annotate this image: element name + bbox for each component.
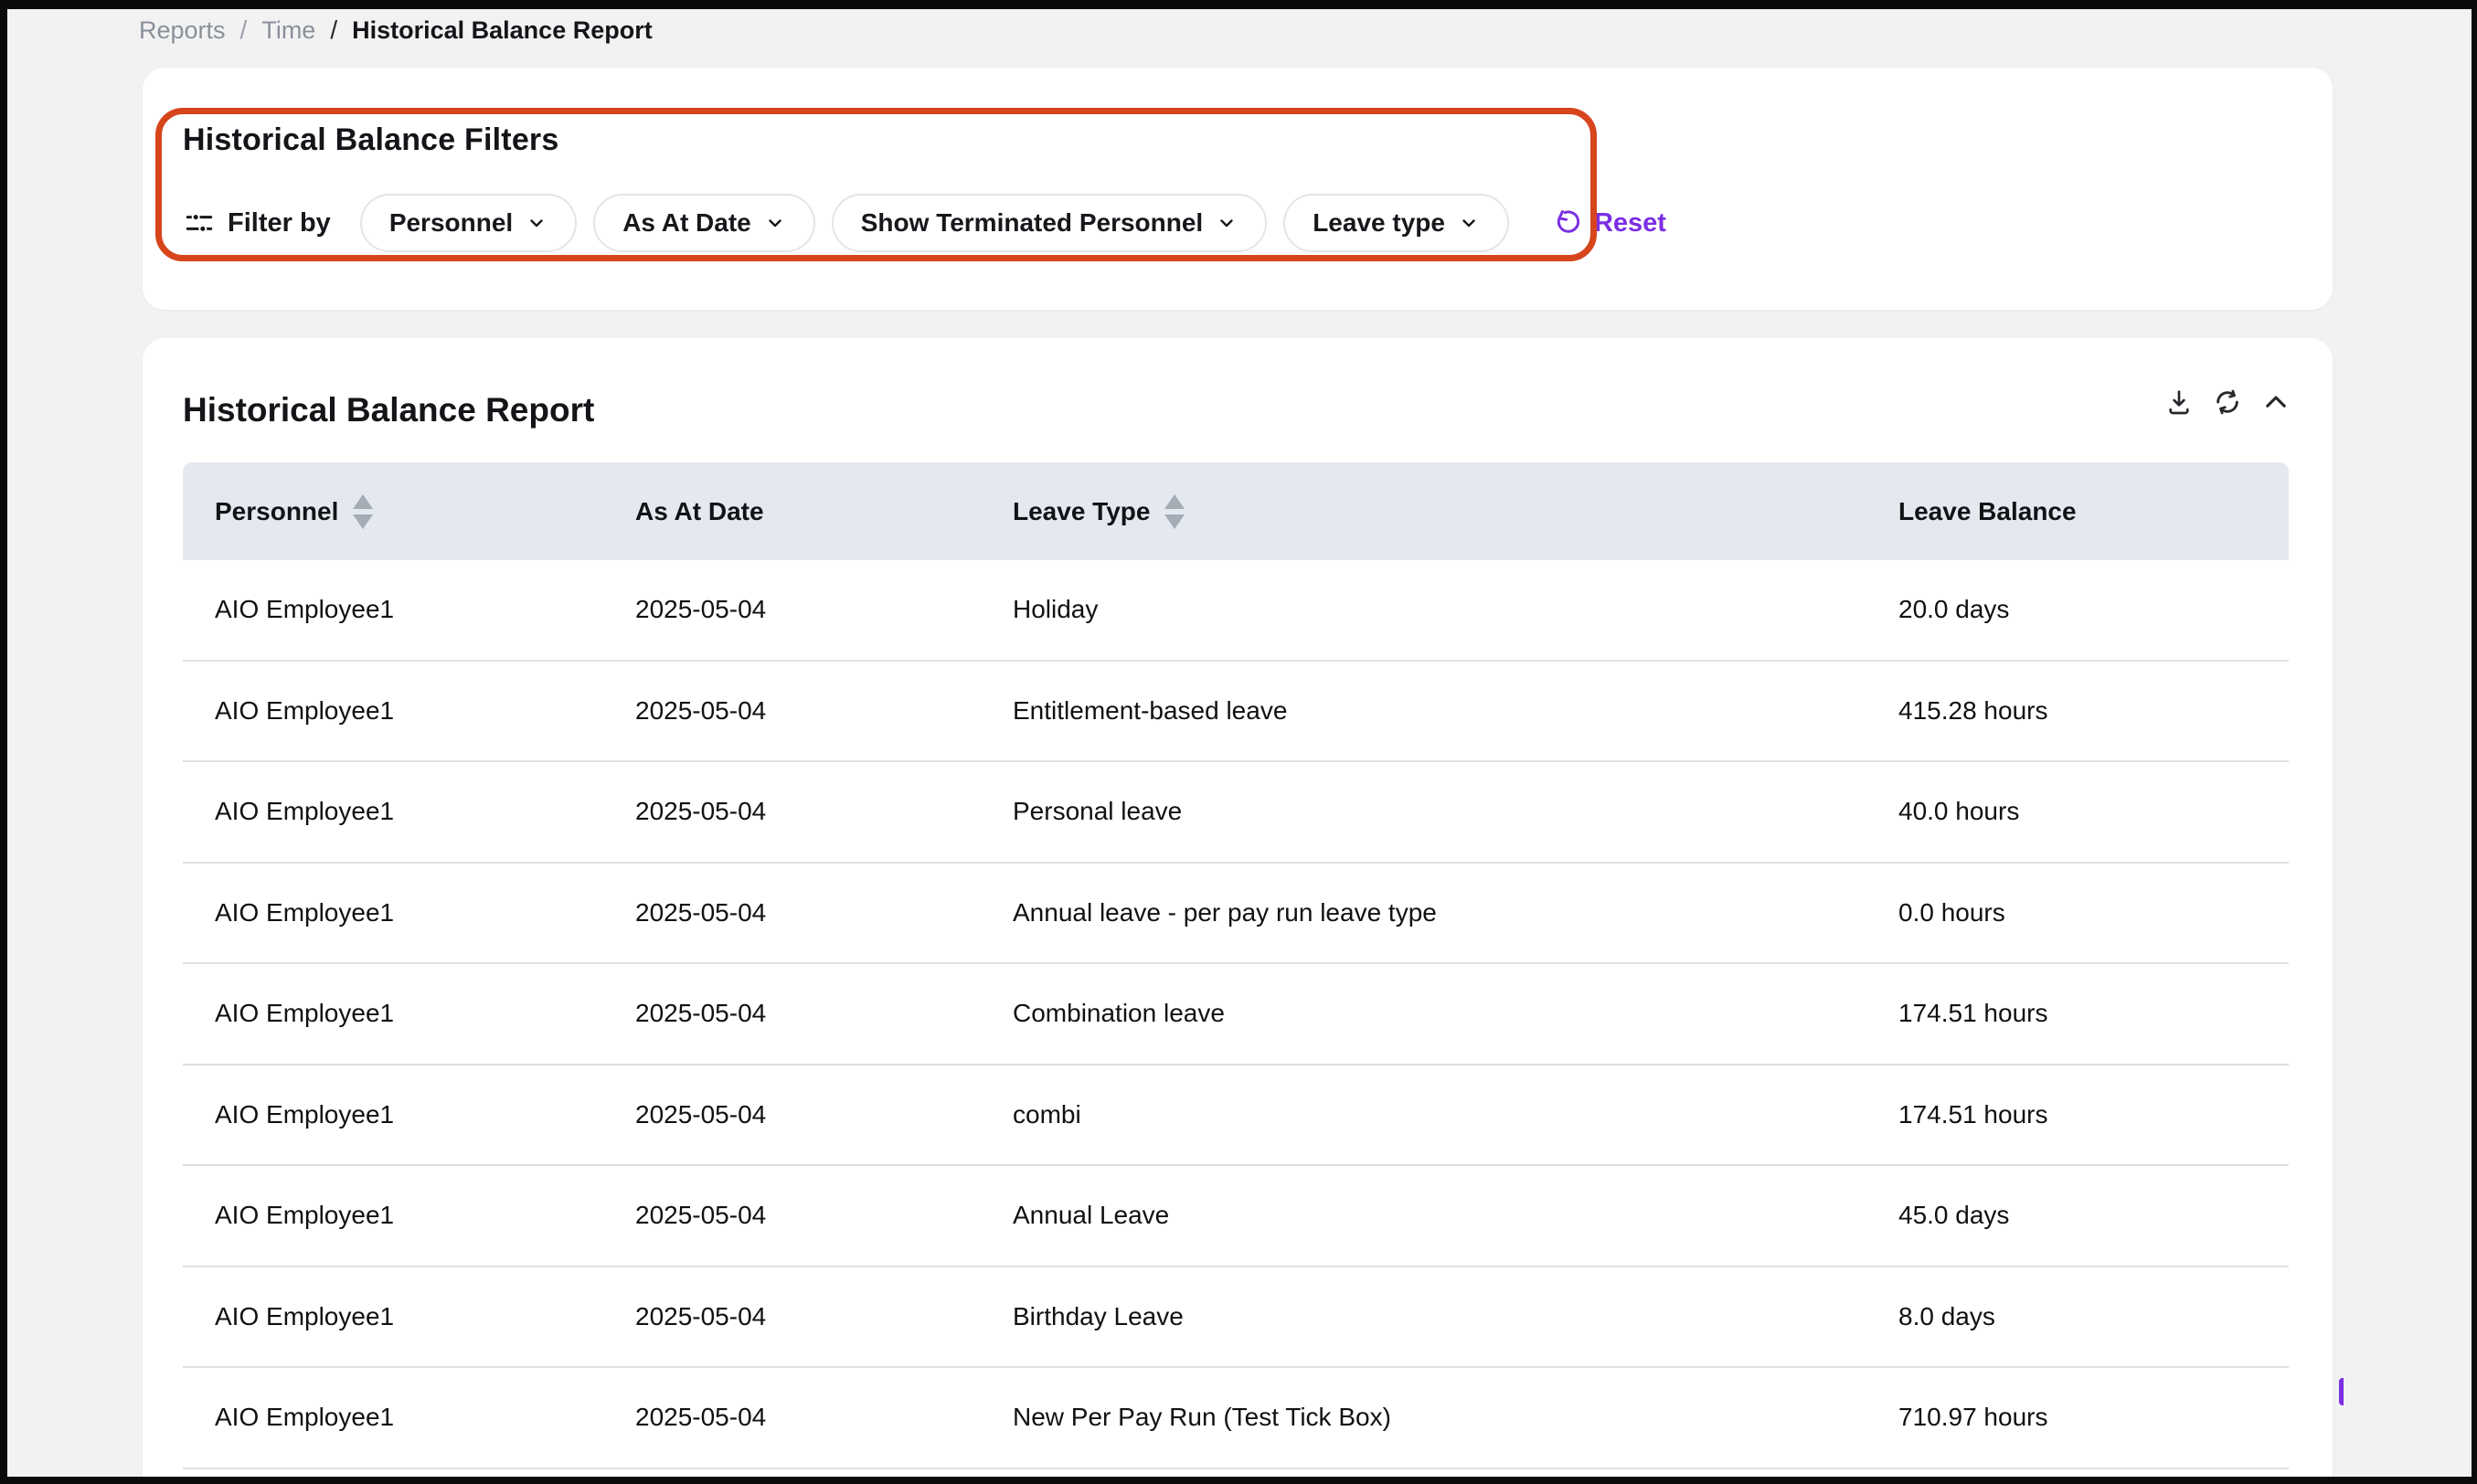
cell-leave-balance: 174.51 hours bbox=[1898, 999, 2289, 1028]
table-row[interactable]: AIO Employee1 2025-05-04 combi 174.51 ho… bbox=[183, 1065, 2289, 1167]
filter-by: Filter by bbox=[183, 207, 331, 238]
rotate-ccw-icon bbox=[1553, 208, 1582, 238]
cell-personnel: AIO Employee1 bbox=[215, 1403, 635, 1432]
cell-leave-type: Holiday bbox=[1013, 595, 1898, 624]
table-row[interactable]: AIO Employee1 2025-05-04 Annual leave - … bbox=[183, 864, 2289, 965]
cell-leave-balance: 45.0 days bbox=[1898, 1201, 2289, 1230]
filter-button-personnel[interactable]: Personnel bbox=[360, 194, 577, 252]
cell-as-at-date: 2025-05-04 bbox=[635, 1403, 1013, 1432]
cell-as-at-date: 2025-05-04 bbox=[635, 595, 1013, 624]
breadcrumb-separator: / bbox=[240, 16, 248, 45]
cell-leave-type: Personal leave bbox=[1013, 797, 1898, 826]
sort-arrows-icon[interactable] bbox=[1164, 494, 1185, 529]
page: Reports / Time / Historical Balance Repo… bbox=[7, 9, 2472, 1477]
filter-card-title: Historical Balance Filters bbox=[183, 122, 558, 158]
cell-leave-type: Entitlement-based leave bbox=[1013, 696, 1898, 726]
reset-button[interactable]: Reset bbox=[1553, 208, 1666, 238]
cell-personnel: AIO Employee1 bbox=[215, 595, 635, 624]
cell-personnel: AIO Employee1 bbox=[215, 1201, 635, 1230]
cell-as-at-date: 2025-05-04 bbox=[635, 999, 1013, 1028]
cell-personnel: AIO Employee1 bbox=[215, 1100, 635, 1129]
table-header-row: Personnel As At Date Leave Type Leave Ba… bbox=[183, 462, 2289, 560]
filter-button-leave-type[interactable]: Leave type bbox=[1283, 194, 1509, 252]
table-row[interactable]: AIO Employee1 2025-05-04 Combination lea… bbox=[183, 964, 2289, 1065]
download-icon[interactable] bbox=[2163, 386, 2195, 419]
column-header-personnel[interactable]: Personnel bbox=[215, 494, 635, 529]
table-row[interactable]: AIO Employee1 2025-05-04 Personal leave … bbox=[183, 762, 2289, 864]
breadcrumb-time[interactable]: Time bbox=[261, 16, 315, 45]
report-card: Historical Balance Report bbox=[143, 338, 2333, 1477]
cell-leave-type: Annual Leave bbox=[1013, 1201, 1898, 1230]
cell-leave-type: combi bbox=[1013, 1100, 1898, 1129]
chevron-down-icon bbox=[526, 212, 547, 234]
floating-widget-edge[interactable] bbox=[2339, 1378, 2344, 1405]
cell-leave-balance: 20.0 days bbox=[1898, 595, 2289, 624]
reset-label: Reset bbox=[1594, 208, 1666, 238]
cell-leave-balance: 8.0 days bbox=[1898, 1302, 2289, 1331]
filter-row: Filter by Personnel As At Date Show Term… bbox=[183, 194, 1666, 252]
cell-leave-balance: 0.0 hours bbox=[1898, 898, 2289, 928]
cell-leave-balance: 415.28 hours bbox=[1898, 696, 2289, 726]
cell-leave-type: New Per Pay Run (Test Tick Box) bbox=[1013, 1403, 1898, 1432]
sort-arrows-icon[interactable] bbox=[353, 494, 373, 529]
cell-as-at-date: 2025-05-04 bbox=[635, 898, 1013, 928]
cell-leave-type: Combination leave bbox=[1013, 999, 1898, 1028]
report-toolbar bbox=[2163, 386, 2292, 419]
sliders-icon bbox=[183, 207, 216, 238]
filter-by-label: Filter by bbox=[228, 208, 331, 238]
cell-leave-balance: 174.51 hours bbox=[1898, 1100, 2289, 1129]
cell-as-at-date: 2025-05-04 bbox=[635, 797, 1013, 826]
cell-leave-balance: 40.0 hours bbox=[1898, 797, 2289, 826]
cell-leave-type: Birthday Leave bbox=[1013, 1302, 1898, 1331]
chevron-down-icon bbox=[1458, 212, 1480, 234]
breadcrumb-current-page: Historical Balance Report bbox=[352, 16, 653, 45]
filter-button-show-terminated-personnel[interactable]: Show Terminated Personnel bbox=[832, 194, 1267, 252]
cell-as-at-date: 2025-05-04 bbox=[635, 1100, 1013, 1129]
table-row[interactable]: AIO Employee1 2025-05-04 Entitlement-bas… bbox=[183, 662, 2289, 763]
cell-as-at-date: 2025-05-04 bbox=[635, 1302, 1013, 1331]
filter-button-as-at-date[interactable]: As At Date bbox=[593, 194, 815, 252]
cell-personnel: AIO Employee1 bbox=[215, 1302, 635, 1331]
cell-personnel: AIO Employee1 bbox=[215, 999, 635, 1028]
cell-leave-type: Annual leave - per pay run leave type bbox=[1013, 898, 1898, 928]
table-body: AIO Employee1 2025-05-04 Holiday 20.0 da… bbox=[183, 560, 2289, 1469]
cell-leave-balance: 710.97 hours bbox=[1898, 1403, 2289, 1432]
table-row[interactable]: AIO Employee1 2025-05-04 Annual Leave 45… bbox=[183, 1166, 2289, 1267]
chevron-up-icon[interactable] bbox=[2259, 386, 2292, 419]
table-row[interactable]: AIO Employee1 2025-05-04 Birthday Leave … bbox=[183, 1267, 2289, 1369]
chevron-down-icon bbox=[764, 212, 786, 234]
table-row[interactable]: AIO Employee1 2025-05-04 New Per Pay Run… bbox=[183, 1368, 2289, 1469]
filter-card: Historical Balance Filters Filter by Per… bbox=[143, 68, 2333, 310]
table-row[interactable]: AIO Employee1 2025-05-04 Holiday 20.0 da… bbox=[183, 560, 2289, 662]
column-header-leave-type[interactable]: Leave Type bbox=[1013, 494, 1898, 529]
cell-personnel: AIO Employee1 bbox=[215, 696, 635, 726]
cell-personnel: AIO Employee1 bbox=[215, 797, 635, 826]
chevron-down-icon bbox=[1216, 212, 1238, 234]
column-header-as-at-date: As At Date bbox=[635, 497, 1013, 526]
breadcrumb-reports[interactable]: Reports bbox=[139, 16, 226, 45]
breadcrumb-separator: / bbox=[330, 16, 337, 45]
column-header-leave-balance: Leave Balance bbox=[1898, 497, 2289, 526]
cell-personnel: AIO Employee1 bbox=[215, 898, 635, 928]
breadcrumb: Reports / Time / Historical Balance Repo… bbox=[139, 9, 653, 51]
report-title: Historical Balance Report bbox=[183, 391, 594, 429]
report-table: Personnel As At Date Leave Type Leave Ba… bbox=[183, 462, 2289, 1469]
cell-as-at-date: 2025-05-04 bbox=[635, 696, 1013, 726]
cell-as-at-date: 2025-05-04 bbox=[635, 1201, 1013, 1230]
refresh-icon[interactable] bbox=[2211, 386, 2244, 419]
